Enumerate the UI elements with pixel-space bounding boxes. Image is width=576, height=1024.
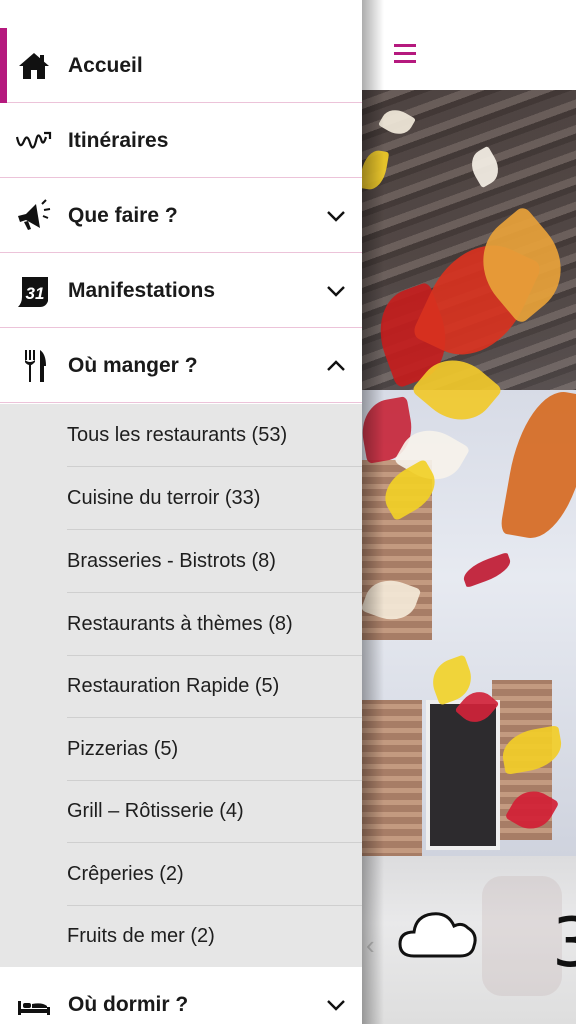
nav-label: Où dormir ?	[68, 993, 189, 1016]
submenu-item[interactable]: Pizzerias (5)	[67, 718, 362, 781]
navigation-drawer: Accueil Itinéraires Que faire ? 31 Manif…	[0, 0, 362, 1024]
submenu-label: Cuisine du terroir (33)	[67, 487, 261, 509]
nav-item-manifestations[interactable]: 31 Manifestations	[0, 253, 362, 328]
nav-item-itineraires[interactable]: Itinéraires	[0, 103, 362, 178]
submenu-label: Restaurants à thèmes (8)	[67, 613, 293, 635]
nav-label: Où manger ?	[68, 354, 198, 377]
submenu-item[interactable]: Restauration Rapide (5)	[67, 655, 362, 718]
app-bar	[362, 0, 576, 90]
nav-item-ou-dormir[interactable]: Où dormir ?	[0, 967, 362, 1024]
calendar-icon-text: 31	[26, 284, 45, 303]
submenu-label: Pizzerias (5)	[67, 738, 179, 760]
temperature: 3	[552, 904, 576, 983]
submenu-label: Crêperies (2)	[67, 863, 184, 885]
chevron-down-icon[interactable]	[324, 204, 348, 228]
hamburger-icon[interactable]	[394, 44, 416, 64]
drawer-shadow	[362, 0, 384, 1024]
cloud-icon	[398, 912, 477, 958]
route-icon	[16, 131, 52, 149]
nav-label: Itinéraires	[68, 129, 169, 152]
weather-widget: ‹ 3	[362, 856, 576, 1024]
chevron-up-icon[interactable]	[324, 354, 348, 378]
submenu-item[interactable]: Restaurants à thèmes (8)	[67, 593, 362, 656]
submenu-label: Grill – Rôtisserie (4)	[67, 800, 244, 822]
submenu-ou-manger: Tous les restaurants (53) Cuisine du ter…	[0, 404, 362, 967]
nav-item-ou-manger[interactable]: Où manger ?	[0, 328, 362, 403]
nav-item-accueil[interactable]: Accueil	[0, 28, 362, 103]
submenu-item[interactable]: Grill – Rôtisserie (4)	[67, 780, 362, 843]
submenu-item[interactable]: Tous les restaurants (53)	[67, 404, 362, 467]
submenu-item[interactable]: Crêperies (2)	[67, 843, 362, 906]
fork-knife-icon	[25, 350, 46, 382]
calendar-icon: 31	[18, 277, 48, 307]
nav-label: Que faire ?	[68, 204, 178, 227]
submenu-item[interactable]: Cuisine du terroir (33)	[67, 467, 362, 530]
nav-label: Accueil	[68, 54, 143, 77]
megaphone-icon	[18, 199, 51, 230]
hero-image	[362, 90, 576, 856]
chevron-down-icon[interactable]	[324, 279, 348, 303]
nav-label: Manifestations	[68, 279, 216, 302]
home-icon	[19, 53, 49, 79]
chevron-down-icon[interactable]	[324, 993, 348, 1017]
bed-icon	[18, 1001, 50, 1015]
submenu-label: Restauration Rapide (5)	[67, 675, 280, 697]
active-indicator	[0, 28, 7, 103]
main-content: ‹ 3	[362, 0, 576, 1024]
submenu-item[interactable]: Brasseries - Bistrots (8)	[67, 530, 362, 593]
submenu-label: Brasseries - Bistrots (8)	[67, 550, 276, 572]
submenu-item[interactable]: Fruits de mer (2)	[67, 905, 362, 968]
nav-item-que-faire[interactable]: Que faire ?	[0, 178, 362, 253]
submenu-label: Fruits de mer (2)	[67, 925, 215, 947]
submenu-label: Tous les restaurants (53)	[67, 424, 288, 446]
